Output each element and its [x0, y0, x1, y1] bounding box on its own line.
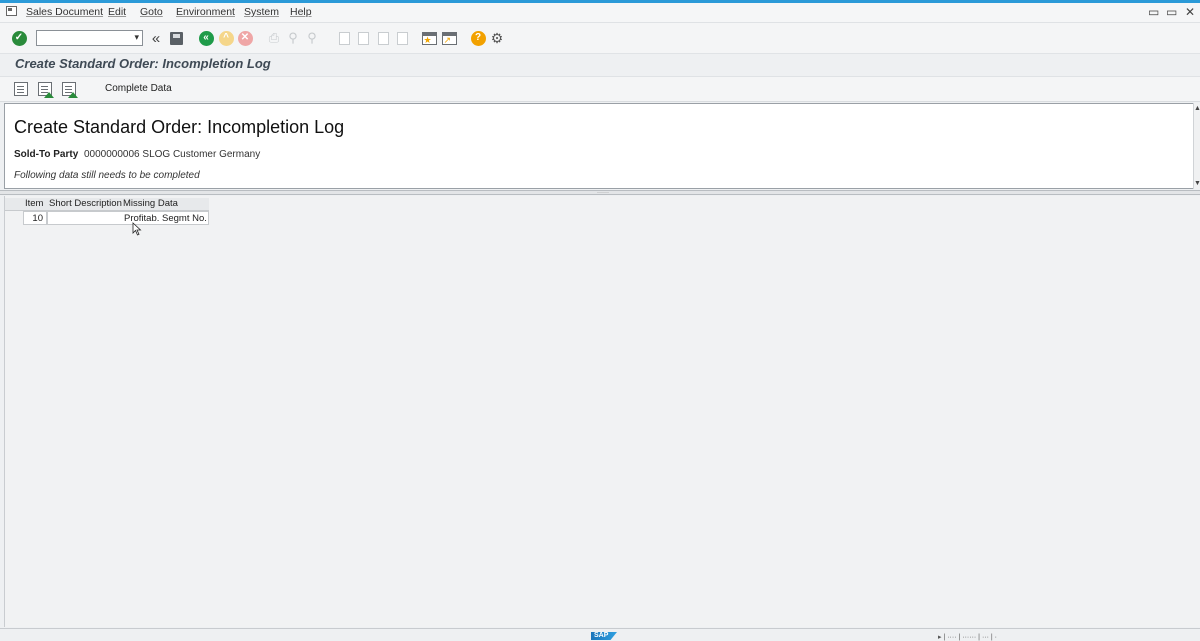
- incompletion-grid: Item Short Description Missing Data 10 P…: [4, 196, 1200, 627]
- maximize-icon[interactable]: ▭: [1166, 5, 1177, 19]
- scroll-down-icon[interactable]: ▼: [1194, 180, 1200, 187]
- customize-layout-icon[interactable]: ⚙: [489, 30, 505, 46]
- page-title: Create Standard Order: Incompletion Log: [15, 56, 271, 71]
- first-page-icon[interactable]: [336, 30, 352, 46]
- back-icon[interactable]: «: [198, 30, 214, 46]
- last-page-icon[interactable]: [394, 30, 410, 46]
- status-bar: SAP ▸ | ···· | ······ | ··· | ·: [0, 628, 1200, 641]
- missing-data-cell[interactable]: Profitab. Segmt No.: [47, 211, 209, 225]
- table-row[interactable]: 10 Profitab. Segmt No.: [5, 211, 209, 225]
- help-icon[interactable]: ?: [470, 30, 486, 46]
- close-icon[interactable]: ✕: [1185, 5, 1195, 19]
- minimize-icon[interactable]: ▭: [1148, 5, 1159, 19]
- column-header-item[interactable]: Item: [25, 198, 43, 209]
- command-field-dropdown-icon[interactable]: ▾: [134, 32, 139, 43]
- grip-icon[interactable]: ······: [597, 190, 609, 196]
- menu-environment[interactable]: Environment: [176, 6, 235, 18]
- menu-edit[interactable]: Edit: [108, 6, 126, 18]
- previous-page-icon[interactable]: [355, 30, 371, 46]
- sap-logo-text: SAP: [594, 632, 609, 639]
- complete-data-button[interactable]: Complete Data: [105, 83, 172, 94]
- detail-icon[interactable]: [14, 82, 28, 96]
- find-icon[interactable]: ⚲: [285, 30, 301, 46]
- system-toolbar: ✓ ▾ « « ^ ✕ ⎙ ⚲ ⚲ ★ ↗ ? ⚙: [0, 23, 1200, 54]
- cancel-icon[interactable]: ✕: [237, 30, 253, 46]
- item-cell[interactable]: 10: [23, 211, 47, 225]
- edit-list-icon[interactable]: [38, 82, 54, 98]
- check-icon[interactable]: ✓: [11, 30, 27, 46]
- application-toolbar: Complete Data: [0, 77, 1200, 102]
- header-panel: Create Standard Order: Incompletion Log …: [4, 103, 1195, 189]
- menu-system[interactable]: System: [244, 6, 279, 18]
- sold-to-party-value: 0000000006 SLOG Customer Germany: [84, 149, 261, 160]
- title-bar: Create Standard Order: Incompletion Log: [0, 54, 1200, 77]
- command-field[interactable]: ▾: [36, 30, 143, 46]
- grid-header-row: Item Short Description Missing Data: [5, 198, 209, 211]
- item-value: 10: [32, 213, 43, 224]
- menu-help[interactable]: Help: [290, 6, 312, 18]
- menu-sales-document[interactable]: Sales Document: [26, 6, 103, 18]
- find-next-icon[interactable]: ⚲: [304, 30, 320, 46]
- system-menu-icon[interactable]: [6, 6, 17, 16]
- menu-bar: Sales Document Edit Goto Environment Sys…: [0, 3, 1200, 23]
- print-icon[interactable]: ⎙: [266, 30, 282, 46]
- column-header-short-description[interactable]: Short Description: [49, 198, 122, 209]
- incompletion-note: Following data still needs to be complet…: [14, 170, 200, 181]
- sold-to-party-label: Sold-To Party: [14, 149, 79, 160]
- column-header-missing-data[interactable]: Missing Data: [123, 198, 178, 209]
- mouse-cursor-icon: [132, 222, 142, 236]
- create-session-icon[interactable]: ★: [421, 30, 437, 46]
- scroll-up-icon[interactable]: ▲: [1194, 105, 1200, 112]
- shortcut-icon[interactable]: ↗: [441, 30, 457, 46]
- splitter-handle[interactable]: ······: [0, 190, 1200, 196]
- system-info[interactable]: ▸ | ···· | ······ | ··· | ·: [938, 633, 997, 641]
- header-scrollbar[interactable]: ▲ ▼: [1193, 103, 1200, 189]
- edit-all-icon[interactable]: [62, 82, 78, 98]
- header-heading: Create Standard Order: Incompletion Log: [14, 117, 345, 137]
- save-icon[interactable]: [168, 30, 184, 46]
- exit-icon[interactable]: ^: [218, 30, 234, 46]
- menu-goto[interactable]: Goto: [140, 6, 163, 18]
- collapse-toolbar-icon[interactable]: «: [148, 30, 164, 47]
- next-page-icon[interactable]: [375, 30, 391, 46]
